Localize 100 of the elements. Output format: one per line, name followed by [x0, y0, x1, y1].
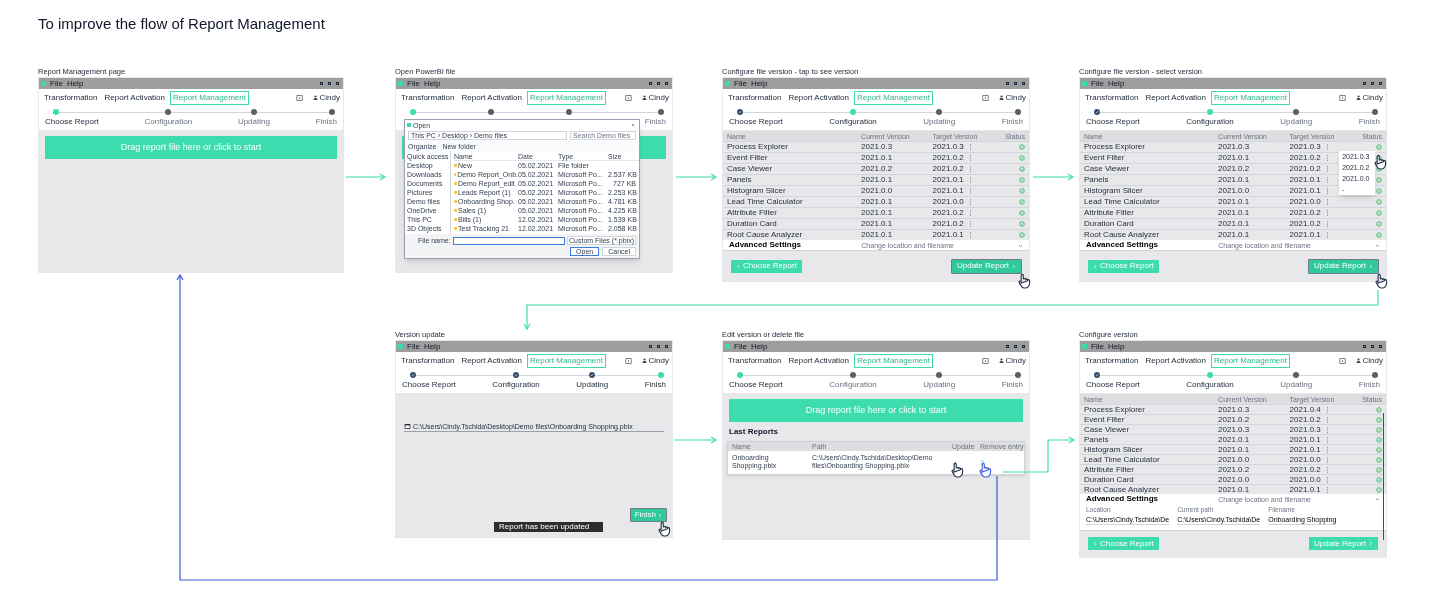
chevron-icon[interactable]	[1018, 242, 1023, 248]
more-options-icon[interactable]	[1326, 210, 1329, 216]
nav-tab[interactable]: Transformation	[1083, 354, 1141, 367]
menu-item[interactable]: Help	[750, 342, 768, 351]
table-cell: 2021.0.4	[1289, 405, 1321, 414]
nav-tab[interactable]: Report Activation	[1143, 354, 1208, 367]
nav-tab[interactable]: Report Activation	[786, 354, 851, 367]
menu-item[interactable]: File	[734, 79, 747, 88]
close-icon[interactable]	[1022, 345, 1025, 348]
maximize-icon[interactable]	[1371, 82, 1374, 85]
more-options-icon[interactable]	[1326, 166, 1329, 172]
menu-item[interactable]: File	[1091, 79, 1104, 88]
more-options-icon[interactable]	[1326, 188, 1329, 194]
maximize-icon[interactable]	[1371, 345, 1374, 348]
nav-tab[interactable]: Report Activation	[459, 354, 524, 367]
more-options-icon[interactable]	[1326, 155, 1329, 161]
maximize-icon[interactable]	[1014, 82, 1017, 85]
table-cell-text: Root Cause Analyzer	[1084, 231, 1161, 239]
more-options-icon[interactable]	[969, 221, 972, 227]
maximize-icon[interactable]	[657, 345, 660, 348]
menu-item[interactable]: File	[1091, 342, 1104, 351]
menu-item[interactable]: Help	[750, 79, 768, 88]
nav-tab[interactable]: Report Activation	[459, 91, 524, 104]
table-cell: 2021.0.0	[1289, 198, 1321, 206]
more-options-icon[interactable]	[969, 155, 972, 161]
close-icon[interactable]	[1379, 82, 1382, 85]
more-options-icon[interactable]	[1326, 436, 1329, 443]
menu-item[interactable]: Help	[423, 342, 441, 351]
table-cell-text: 2021.0.2	[1218, 415, 1251, 424]
nav-tab[interactable]: Report Activation	[786, 91, 851, 104]
menu-item[interactable]: File	[734, 342, 747, 351]
table-cell-text: Panels	[1084, 176, 1110, 184]
more-options-icon[interactable]	[1326, 446, 1329, 453]
more-options-icon[interactable]	[1326, 466, 1329, 473]
nav-tab[interactable]: Transformation	[726, 354, 784, 367]
menu-item[interactable]: Help	[66, 79, 84, 88]
close-icon[interactable]	[665, 345, 668, 348]
menu-item[interactable]: File	[407, 79, 420, 88]
more-options-icon[interactable]	[1326, 486, 1329, 493]
table-cell-text: 2021.0.0	[1218, 187, 1251, 195]
more-options-icon[interactable]	[969, 210, 972, 216]
maximize-icon[interactable]	[328, 82, 331, 85]
nav-tab[interactable]: Transformation	[726, 91, 784, 104]
close-icon[interactable]	[631, 123, 635, 127]
close-icon[interactable]	[665, 82, 668, 85]
user-button[interactable]: Cindy	[998, 93, 1026, 102]
user-button[interactable]: Cindy	[1355, 93, 1383, 102]
menu-item[interactable]: Help	[1107, 79, 1125, 88]
user-button[interactable]: Cindy	[312, 93, 340, 102]
chevron-icon[interactable]	[1375, 496, 1380, 502]
menu-item[interactable]: Help	[1107, 342, 1125, 351]
screen-icon[interactable]	[981, 357, 989, 364]
nav-tab[interactable]: Transformation	[399, 91, 457, 104]
table-cell: 2021.0.1	[1289, 231, 1321, 239]
chevron-icon[interactable]	[1375, 242, 1380, 248]
more-options-icon[interactable]	[969, 199, 972, 205]
menu-item[interactable]: File	[50, 79, 63, 88]
menu-item[interactable]: File	[407, 342, 420, 351]
user-button[interactable]: Cindy	[641, 93, 669, 102]
more-options-icon[interactable]	[1326, 232, 1329, 238]
nav-tab[interactable]: Report Activation	[1143, 91, 1208, 104]
menu-item[interactable]: Help	[423, 79, 441, 88]
maximize-icon[interactable]	[1014, 345, 1017, 348]
more-options-icon[interactable]	[969, 144, 972, 150]
close-icon[interactable]	[1022, 82, 1025, 85]
more-options-icon[interactable]	[1326, 426, 1329, 433]
more-options-icon[interactable]	[969, 232, 972, 238]
more-options-icon[interactable]	[1326, 199, 1329, 205]
screen-icon[interactable]	[295, 94, 303, 101]
screen-icon[interactable]	[981, 94, 989, 101]
user-button[interactable]: Cindy	[641, 356, 669, 365]
maximize-icon[interactable]	[657, 82, 660, 85]
more-options-icon[interactable]	[1326, 177, 1329, 183]
more-options-icon[interactable]	[1326, 416, 1329, 423]
screen-icon[interactable]	[624, 357, 632, 364]
user-button[interactable]: Cindy	[1355, 356, 1383, 365]
more-options-icon[interactable]	[1326, 406, 1329, 413]
file-name-field[interactable]	[452, 236, 566, 245]
close-icon[interactable]	[1379, 345, 1382, 348]
user-button[interactable]: Cindy	[998, 356, 1026, 365]
screen-icon[interactable]	[624, 94, 632, 101]
screen-icon[interactable]	[1338, 357, 1346, 364]
table-cell-text: Histogram Slicer	[1084, 187, 1144, 195]
close-icon[interactable]	[336, 82, 339, 85]
more-options-icon[interactable]	[1326, 221, 1329, 227]
nav-tab[interactable]: Transformation	[42, 91, 100, 104]
more-options-icon[interactable]	[969, 166, 972, 172]
more-options-icon[interactable]	[969, 177, 972, 183]
nav-tab[interactable]: Report Activation	[102, 91, 167, 104]
step-label: Updating	[1280, 381, 1313, 389]
more-options-icon[interactable]	[1326, 456, 1329, 463]
chevron-icon	[1093, 263, 1098, 269]
nav-tab[interactable]: Transformation	[1083, 91, 1141, 104]
nav-tab[interactable]: Transformation	[399, 354, 457, 367]
table-cell: 2021.0.1	[1289, 435, 1321, 444]
screen-icon[interactable]	[1338, 94, 1346, 101]
more-options-icon[interactable]	[1326, 144, 1329, 150]
more-options-icon[interactable]	[1326, 476, 1329, 483]
more-options-icon[interactable]	[969, 188, 972, 194]
table-cell-text: Lead Time Calculator	[727, 198, 804, 206]
